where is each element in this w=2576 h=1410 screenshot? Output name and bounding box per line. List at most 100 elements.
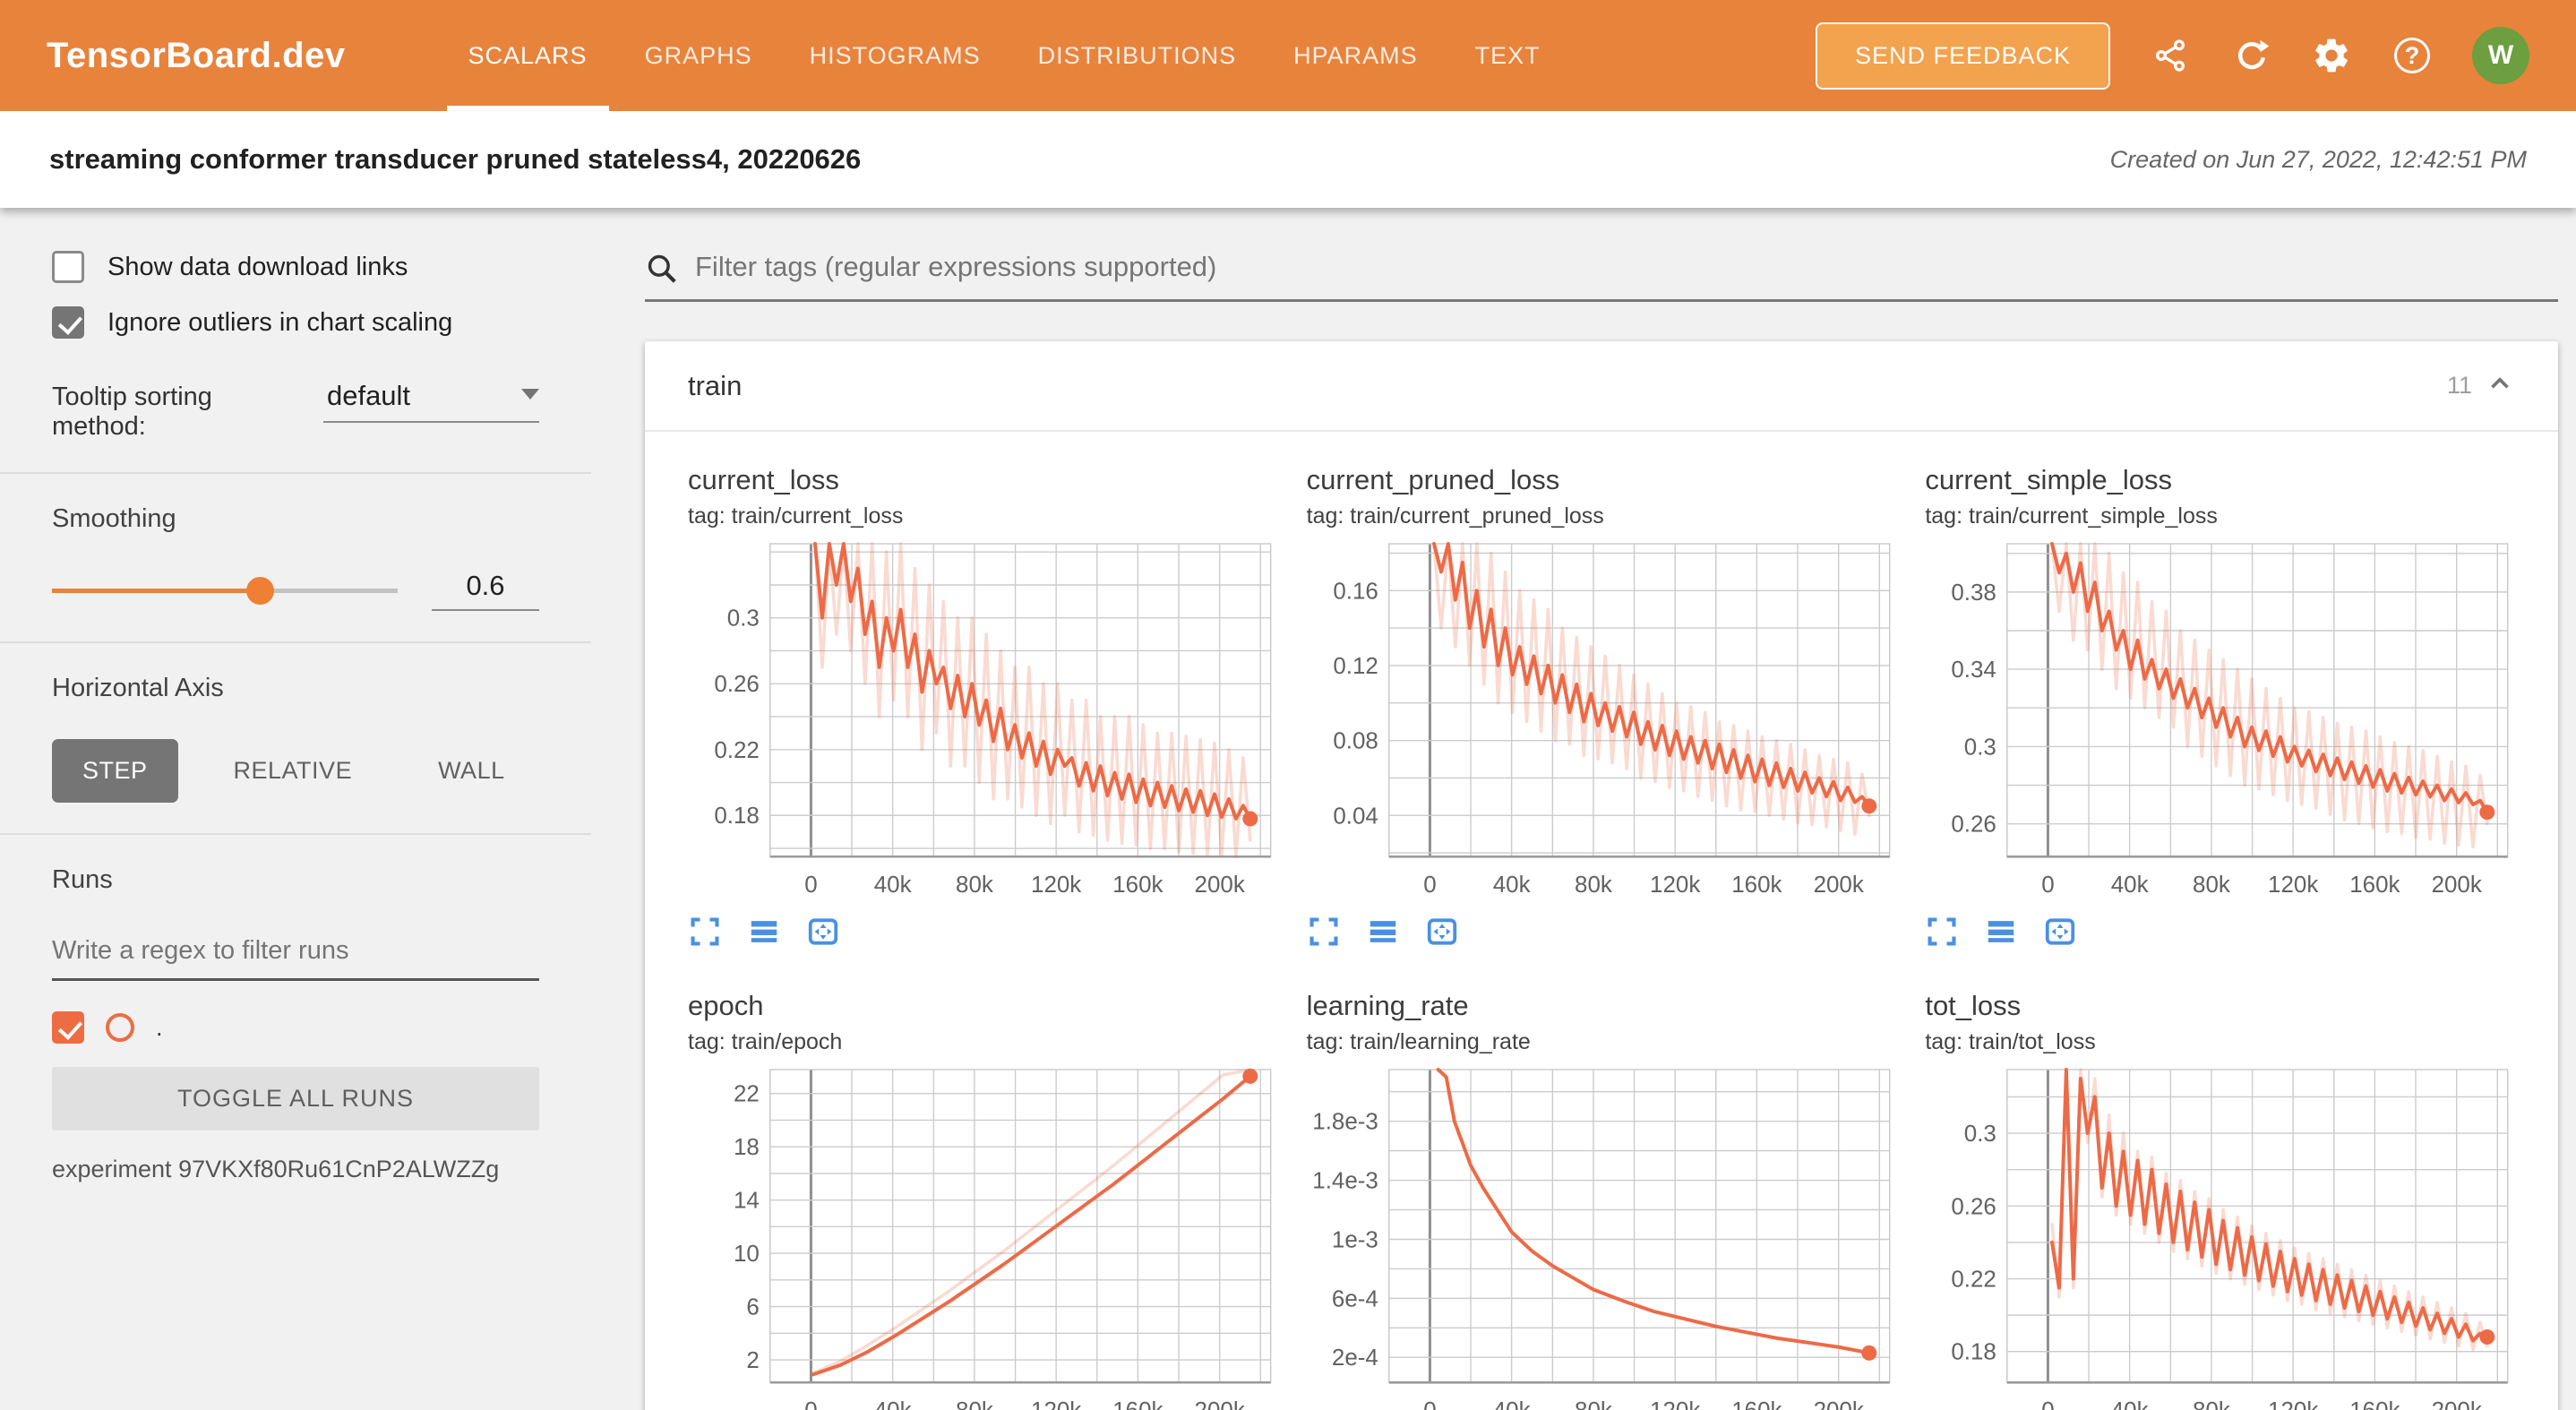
chart-plot[interactable]: 040k80k120k160k200k0.180.220.260.3 (1925, 1064, 2515, 1410)
svg-text:80k: 80k (1575, 1398, 1612, 1410)
chart-plot[interactable]: 040k80k120k160k200k0.260.30.340.38 (1925, 538, 2515, 909)
run-list-item[interactable]: . (52, 1011, 539, 1044)
svg-text:160k: 160k (1112, 873, 1163, 898)
axis-wall-button[interactable]: WALL (408, 739, 536, 803)
axis-step-button[interactable]: STEP (52, 739, 178, 803)
experiment-id-label: experiment 97VKXf80Ru61CnP2ALWZZg (52, 1156, 539, 1183)
chart-tag: tag: train/current_simple_loss (1925, 503, 2515, 529)
svg-text:0.26: 0.26 (714, 672, 759, 697)
chart-title: tot_loss (1925, 990, 2515, 1022)
svg-text:1.4e-3: 1.4e-3 (1312, 1169, 1378, 1194)
train-section-header[interactable]: train 11 (645, 341, 2558, 432)
expand-chart-icon[interactable] (1307, 915, 1341, 949)
svg-text:120k: 120k (1650, 1398, 1700, 1410)
data-table-icon[interactable] (1366, 915, 1400, 949)
chart-title: epoch (688, 990, 1278, 1022)
svg-text:0.18: 0.18 (1952, 1340, 1996, 1365)
chart-tag: tag: train/tot_loss (1925, 1029, 2515, 1055)
chart-title: current_loss (688, 464, 1278, 496)
svg-text:1.8e-3: 1.8e-3 (1312, 1110, 1378, 1135)
refresh-icon[interactable] (2230, 35, 2271, 76)
chart-plot[interactable]: 040k80k120k160k200k0.180.220.260.3 (688, 538, 1278, 909)
svg-text:10: 10 (734, 1242, 760, 1267)
svg-text:200k: 200k (2432, 1398, 2482, 1410)
main-panel: train 11 current_loss tag: train/current… (591, 208, 2576, 1410)
settings-icon[interactable] (2311, 35, 2352, 76)
tab-graphs[interactable]: GRAPHS (616, 0, 781, 111)
tab-scalars[interactable]: SCALARS (440, 0, 616, 111)
tab-distributions[interactable]: DISTRIBUTIONS (1009, 0, 1266, 111)
svg-text:40k: 40k (874, 1398, 912, 1410)
expand-chart-icon[interactable] (1925, 915, 1959, 949)
svg-text:160k: 160k (1731, 873, 1782, 898)
divider (0, 472, 591, 474)
scalar-chart-cell: epoch tag: train/epoch 040k80k120k160k20… (688, 990, 1278, 1410)
svg-text:80k: 80k (2193, 873, 2230, 898)
horizontal-axis-label: Horizontal Axis (52, 674, 539, 703)
smoothing-label: Smoothing (52, 504, 539, 534)
show-download-links-checkbox-row[interactable]: Show data download links (52, 251, 539, 283)
svg-text:0.04: 0.04 (1333, 804, 1378, 829)
svg-text:120k: 120k (2268, 1398, 2318, 1410)
ignore-outliers-checkbox-row[interactable]: Ignore outliers in chart scaling (52, 306, 539, 339)
tooltip-sorting-select[interactable]: default (323, 378, 539, 423)
scalar-chart-cell: current_simple_loss tag: train/current_s… (1925, 464, 2515, 949)
smoothing-value-input[interactable]: 0.6 (432, 570, 539, 611)
tab-histograms[interactable]: HISTOGRAMS (781, 0, 1009, 111)
checkbox-checked-icon[interactable] (52, 306, 84, 339)
fit-domain-icon[interactable] (806, 915, 840, 949)
svg-text:18: 18 (734, 1135, 760, 1160)
train-section-card: train 11 current_loss tag: train/current… (645, 341, 2558, 1410)
svg-text:160k: 160k (1731, 1398, 1782, 1410)
runs-filter-input[interactable] (52, 931, 539, 981)
send-feedback-button[interactable]: SEND FEEDBACK (1816, 22, 2110, 90)
share-icon[interactable] (2150, 35, 2191, 76)
checkbox-unchecked-icon[interactable] (52, 251, 84, 283)
app-logo: TensorBoard.dev (47, 36, 346, 76)
svg-text:200k: 200k (1813, 873, 1863, 898)
svg-text:0.22: 0.22 (714, 738, 759, 763)
data-table-icon[interactable] (747, 915, 781, 949)
scalar-chart-cell: learning_rate tag: train/learning_rate 0… (1307, 990, 1897, 1410)
svg-text:2e-4: 2e-4 (1332, 1346, 1378, 1371)
slider-thumb[interactable] (246, 577, 274, 605)
charts-grid: current_loss tag: train/current_loss 0 40… (645, 432, 2558, 1410)
svg-text:0: 0 (2042, 873, 2055, 898)
svg-text:0.3: 0.3 (1964, 1122, 1996, 1147)
svg-text:120k: 120k (1031, 873, 1081, 898)
chart-plot[interactable]: 040k80k120k160k200k0.040.080.120.16 (1307, 538, 1897, 909)
avatar[interactable]: W (2472, 27, 2529, 84)
chart-plot[interactable]: 040k80k120k160k200k2e-46e-41e-31.4e-31.8… (1307, 1064, 1897, 1410)
checkbox-label: Show data download links (107, 253, 408, 282)
tab-text[interactable]: TEXT (1447, 0, 1569, 111)
axis-relative-button[interactable]: RELATIVE (203, 739, 383, 803)
chart-tag: tag: train/learning_rate (1307, 1029, 1897, 1055)
expand-chart-icon[interactable] (688, 915, 722, 949)
chevron-up-icon[interactable] (2485, 368, 2515, 403)
scalar-chart-cell: current_pruned_loss tag: train/current_p… (1307, 464, 1897, 949)
run-checkbox-icon[interactable] (52, 1011, 84, 1044)
svg-text:80k: 80k (956, 1398, 993, 1410)
svg-text:0.22: 0.22 (1952, 1268, 1996, 1293)
svg-text:0.26: 0.26 (1952, 1194, 1996, 1219)
help-icon[interactable]: ? (2391, 35, 2433, 76)
runs-label: Runs (52, 865, 539, 895)
checkbox-label: Ignore outliers in chart scaling (107, 308, 452, 338)
tab-hparams[interactable]: HPARAMS (1265, 0, 1447, 111)
chart-plot[interactable]: 040k80k120k160k200k2610141822 (688, 1064, 1278, 1410)
chart-tag: tag: train/current_loss (688, 503, 1278, 529)
fit-domain-icon[interactable] (1425, 915, 1459, 949)
section-chart-count: 11 (2447, 372, 2472, 400)
toggle-all-runs-button[interactable]: TOGGLE ALL RUNS (52, 1067, 539, 1131)
nav-tabs: SCALARS GRAPHS HISTOGRAMS DISTRIBUTIONS … (440, 0, 1569, 111)
chart-title: current_simple_loss (1925, 464, 2515, 496)
svg-text:40k: 40k (1492, 873, 1530, 898)
svg-text:160k: 160k (1112, 1398, 1163, 1410)
fit-domain-icon[interactable] (2043, 915, 2077, 949)
smoothing-slider[interactable] (52, 572, 398, 608)
svg-text:120k: 120k (1650, 873, 1700, 898)
svg-text:200k: 200k (2432, 873, 2482, 898)
section-name: train (688, 370, 742, 402)
data-table-icon[interactable] (1984, 915, 2018, 949)
filter-tags-input[interactable] (695, 247, 2558, 290)
